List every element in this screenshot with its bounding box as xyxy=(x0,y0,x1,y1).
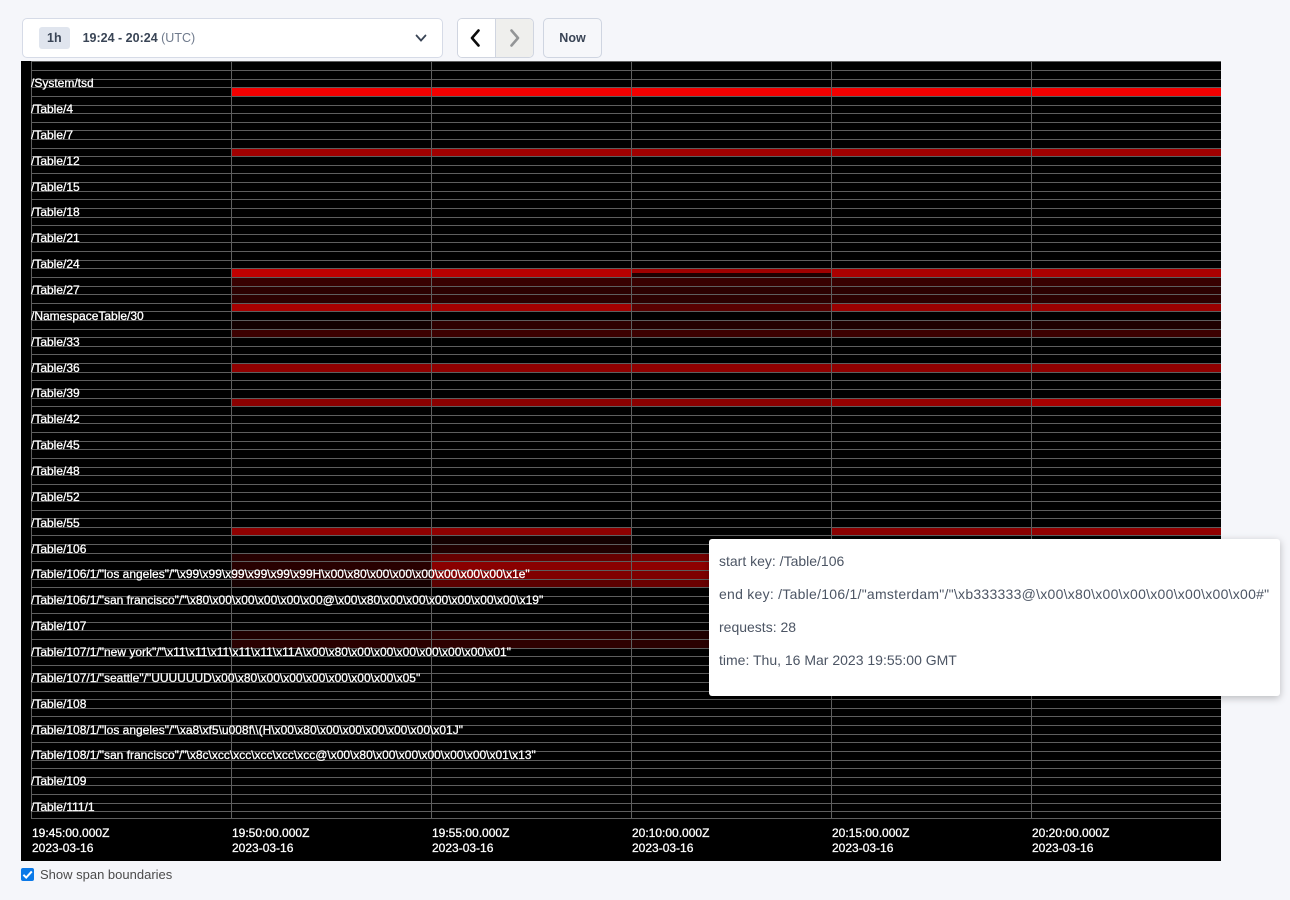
svg-text:/Table/107/1/"new york"/"\x11\: /Table/107/1/"new york"/"\x11\x11\x11\x1… xyxy=(31,645,511,659)
svg-text:19:45:00.000Z: 19:45:00.000Z xyxy=(32,826,109,840)
svg-text:/Table/15: /Table/15 xyxy=(31,180,80,194)
svg-text:20:20:00.000Z: 20:20:00.000Z xyxy=(1032,826,1109,840)
svg-text:/System/tsd: /System/tsd xyxy=(31,76,94,90)
svg-text:/Table/12: /Table/12 xyxy=(31,154,80,168)
svg-text:2023-03-16: 2023-03-16 xyxy=(232,841,294,855)
svg-text:2023-03-16: 2023-03-16 xyxy=(32,841,94,855)
svg-text:20:10:00.000Z: 20:10:00.000Z xyxy=(632,826,709,840)
svg-text:/Table/39: /Table/39 xyxy=(31,386,80,400)
svg-text:/Table/42: /Table/42 xyxy=(31,412,80,426)
svg-text:/Table/18: /Table/18 xyxy=(31,205,80,219)
svg-text:/Table/52: /Table/52 xyxy=(31,490,80,504)
svg-text:/Table/4: /Table/4 xyxy=(31,102,73,116)
svg-text:/Table/33: /Table/33 xyxy=(31,335,80,349)
svg-text:/Table/106/1/"san francisco"/": /Table/106/1/"san francisco"/"\x80\x00\x… xyxy=(31,593,543,607)
svg-text:/Table/108/1/"los angeles"/"\x: /Table/108/1/"los angeles"/"\xa8\xf5\u00… xyxy=(31,723,463,737)
svg-text:/Table/108: /Table/108 xyxy=(31,697,87,711)
svg-text:/Table/48: /Table/48 xyxy=(31,464,80,478)
svg-text:/Table/107: /Table/107 xyxy=(31,619,87,633)
svg-text:2023-03-16: 2023-03-16 xyxy=(632,841,694,855)
svg-text:/Table/107/1/"seattle"/"UUUUUU: /Table/107/1/"seattle"/"UUUUUUD\x00\x80\… xyxy=(31,671,420,685)
svg-text:/Table/45: /Table/45 xyxy=(31,438,80,452)
svg-text:/Table/27: /Table/27 xyxy=(31,283,80,297)
svg-text:2023-03-16: 2023-03-16 xyxy=(1032,841,1094,855)
svg-text:2023-03-16: 2023-03-16 xyxy=(432,841,494,855)
svg-text:20:15:00.000Z: 20:15:00.000Z xyxy=(832,826,909,840)
svg-text:/Table/24: /Table/24 xyxy=(31,257,80,271)
svg-text:/Table/109: /Table/109 xyxy=(31,774,87,788)
svg-text:/Table/106: /Table/106 xyxy=(31,542,87,556)
svg-text:/Table/55: /Table/55 xyxy=(31,516,80,530)
svg-text:2023-03-16: 2023-03-16 xyxy=(832,841,894,855)
svg-text:19:55:00.000Z: 19:55:00.000Z xyxy=(432,826,509,840)
svg-text:/Table/108/1/"san francisco"/": /Table/108/1/"san francisco"/"\x8c\xcc\x… xyxy=(31,748,536,762)
svg-text:/Table/106/1/"los angeles"/"\x: /Table/106/1/"los angeles"/"\x99\x99\x99… xyxy=(31,567,530,581)
svg-text:/Table/111/1: /Table/111/1 xyxy=(31,800,95,814)
svg-text:/Table/7: /Table/7 xyxy=(31,128,73,142)
svg-text:/NamespaceTable/30: /NamespaceTable/30 xyxy=(31,309,144,323)
svg-text:19:50:00.000Z: 19:50:00.000Z xyxy=(232,826,309,840)
svg-text:/Table/36: /Table/36 xyxy=(31,361,80,375)
svg-text:/Table/21: /Table/21 xyxy=(31,231,80,245)
